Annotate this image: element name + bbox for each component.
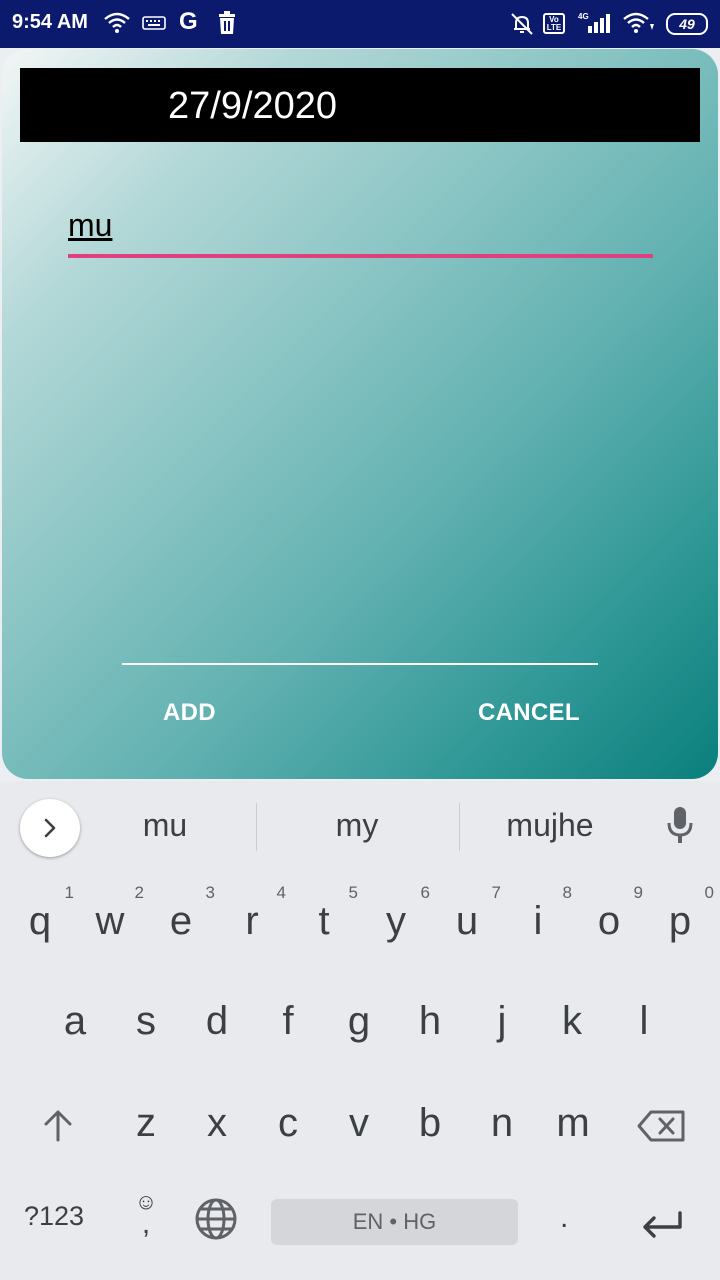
suggestion-divider	[256, 803, 257, 851]
key-v[interactable]: v	[323, 1101, 395, 1146]
cancel-button[interactable]: CANCEL	[478, 699, 580, 727]
key-label: p	[668, 899, 692, 943]
add-item-dialog: 27/9/2020 mu ADD CANCEL	[2, 49, 718, 779]
key-a[interactable]: a	[39, 999, 111, 1044]
key-q[interactable]: q1	[4, 883, 76, 944]
space-bar[interactable]: EN • HG	[271, 1199, 518, 1245]
add-button[interactable]: ADD	[163, 699, 216, 727]
battery-indicator: 49	[666, 13, 708, 35]
suggestion-item[interactable]: my	[262, 807, 452, 844]
key-hint: 7	[491, 883, 501, 902]
shift-icon[interactable]	[40, 1108, 76, 1144]
key-n[interactable]: n	[466, 1101, 538, 1146]
date-header: 27/9/2020	[20, 68, 700, 142]
key-o[interactable]: o9	[573, 883, 645, 944]
globe-icon[interactable]	[194, 1197, 238, 1241]
key-hint: 2	[134, 883, 144, 902]
key-e[interactable]: e3	[145, 883, 217, 944]
key-s[interactable]: s	[110, 999, 182, 1044]
wifi-icon	[623, 12, 654, 33]
key-h[interactable]: h	[394, 999, 466, 1044]
suggestion-strip: mu my mujhe	[0, 781, 720, 871]
enter-icon[interactable]	[640, 1211, 684, 1241]
key-x[interactable]: x	[181, 1101, 253, 1146]
key-d[interactable]: d	[181, 999, 253, 1044]
key-z[interactable]: z	[110, 1101, 182, 1146]
key-b[interactable]: b	[394, 1101, 466, 1146]
comma-key[interactable]: ☺ ,	[132, 1191, 160, 1240]
backspace-icon[interactable]	[637, 1109, 687, 1143]
key-m[interactable]: m	[537, 1101, 609, 1146]
key-label: t	[318, 899, 330, 943]
status-bar: 9:54 AM G Vo LTE 4G 49	[0, 0, 720, 48]
input-underline	[68, 254, 653, 258]
suggestion-item[interactable]: mujhe	[455, 807, 645, 844]
signal-icon	[588, 14, 610, 33]
key-label: i	[533, 899, 543, 943]
microphone-icon[interactable]	[664, 805, 696, 847]
key-w[interactable]: w2	[74, 883, 146, 944]
key-r[interactable]: r4	[216, 883, 288, 944]
key-l[interactable]: l	[608, 999, 680, 1044]
key-hint: 3	[205, 883, 215, 902]
key-i[interactable]: i8	[502, 883, 574, 944]
key-label: r	[245, 899, 259, 943]
key-hint: 8	[562, 883, 572, 902]
divider	[122, 663, 598, 665]
key-label: y	[386, 899, 406, 943]
comma-label: ,	[141, 1207, 151, 1240]
key-p[interactable]: p0	[644, 883, 716, 944]
wifi-icon	[104, 12, 130, 33]
key-label: u	[455, 899, 479, 943]
alarm-off-icon	[511, 13, 533, 35]
key-g[interactable]: g	[323, 999, 395, 1044]
google-icon: G	[179, 8, 198, 35]
key-j[interactable]: j	[466, 999, 538, 1044]
suggestion-item[interactable]: mu	[70, 807, 260, 844]
date-text: 27/9/2020	[168, 85, 338, 127]
volte-icon: Vo LTE	[543, 13, 565, 34]
key-label: o	[597, 899, 621, 943]
key-hint: 5	[348, 883, 358, 902]
status-time: 9:54 AM	[12, 11, 88, 33]
period-key[interactable]: .	[560, 1201, 568, 1235]
trash-icon	[219, 11, 235, 34]
key-y[interactable]: y6	[360, 883, 432, 944]
item-input[interactable]: mu	[68, 207, 112, 244]
key-label: w	[95, 899, 125, 943]
key-label: q	[28, 899, 52, 943]
key-t[interactable]: t5	[288, 883, 360, 944]
key-hint: 0	[704, 883, 714, 902]
key-hint: 1	[64, 883, 74, 902]
key-label: e	[169, 899, 193, 943]
key-area: q1 w2 e3 r4 t5 y6 u7 i8 o9 p0 a s d f g …	[0, 871, 720, 1280]
chevron-right-icon	[44, 818, 56, 838]
keyboard-icon	[142, 16, 166, 30]
key-hint: 4	[276, 883, 286, 902]
key-hint: 6	[420, 883, 430, 902]
soft-keyboard: mu my mujhe q1 w2 e3 r4 t5 y6 u7 i8 o9 p…	[0, 781, 720, 1280]
key-u[interactable]: u7	[431, 883, 503, 944]
key-k[interactable]: k	[536, 999, 608, 1044]
key-hint: 9	[633, 883, 643, 902]
symbols-key[interactable]: ?123	[24, 1201, 84, 1232]
key-f[interactable]: f	[252, 999, 324, 1044]
key-c[interactable]: c	[252, 1101, 324, 1146]
